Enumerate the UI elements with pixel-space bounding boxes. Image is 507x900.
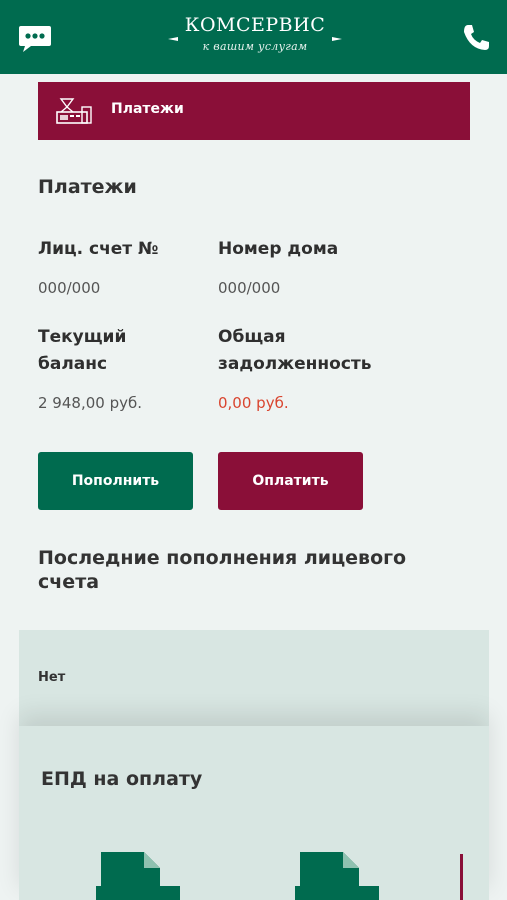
logo-title: КОМСЕРВИС xyxy=(184,14,326,36)
recent-topups-card: Нет xyxy=(19,630,489,726)
section-label: Платежи xyxy=(111,101,184,117)
pdf-file-icon[interactable] xyxy=(295,852,379,900)
topup-button[interactable]: Пополнить xyxy=(38,452,193,510)
payments-register-icon xyxy=(55,97,93,125)
total-debt-label-line1: Общая xyxy=(218,327,286,347)
logo: КОМСЕРВИС к вашим услугам xyxy=(160,10,350,66)
current-balance-value: 2 948,00 руб. xyxy=(38,394,142,412)
recent-topups-title-line1: Последние пополнения лицевого xyxy=(38,547,407,569)
page-title: Платежи xyxy=(38,176,137,198)
section-bar-payments[interactable]: Платежи xyxy=(38,82,470,140)
house-number-label: Номер дома xyxy=(218,239,339,259)
chat-icon[interactable] xyxy=(17,24,53,54)
total-debt-label: Общая задолженность xyxy=(218,324,372,378)
current-balance-label-line2: баланс xyxy=(38,354,108,374)
epd-title: ЕПД на оплату xyxy=(41,768,203,790)
recent-topups-empty: Нет xyxy=(38,670,66,685)
logo-subtitle: к вашим услугам xyxy=(202,40,308,53)
carousel-edge-indicator xyxy=(460,854,463,900)
current-balance-label: Текущий баланс xyxy=(38,324,126,378)
epd-card: ЕПД на оплату xyxy=(19,726,489,900)
house-number-value: 000/000 xyxy=(218,279,281,297)
current-balance-label-line1: Текущий xyxy=(38,327,127,347)
logo-ornament-right-icon xyxy=(331,24,342,41)
logo-ornament-left-icon xyxy=(168,24,179,41)
pay-button[interactable]: Оплатить xyxy=(218,452,363,510)
recent-topups-title: Последние пополнения лицевого счета xyxy=(38,546,468,594)
app-header: КОМСЕРВИС к вашим услугам xyxy=(0,0,507,74)
account-number-value: 000/000 xyxy=(38,279,101,297)
recent-topups-title-line2: счета xyxy=(38,571,100,593)
account-number-label: Лиц. счет № xyxy=(38,239,159,259)
phone-icon[interactable] xyxy=(460,22,492,54)
total-debt-value: 0,00 руб. xyxy=(218,394,289,412)
pdf-file-icon[interactable] xyxy=(96,852,180,900)
total-debt-label-line2: задолженность xyxy=(218,354,372,374)
